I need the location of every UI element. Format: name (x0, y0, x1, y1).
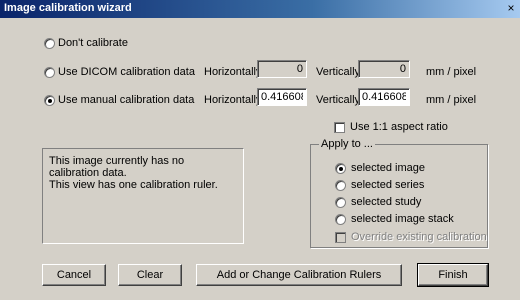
apply-selected-study-label: selected study (351, 196, 422, 208)
message-line-2: This view has one calibration ruler. (49, 179, 218, 191)
dicom-vertically-label: Vertically: (316, 66, 364, 78)
manual-calibration-radio[interactable] (44, 95, 55, 106)
close-icon[interactable]: × (504, 1, 518, 15)
override-calibration-checkbox (335, 232, 346, 243)
manual-vertically-field[interactable] (358, 88, 410, 106)
manual-calibration-label: Use manual calibration data (58, 94, 195, 106)
apply-selected-study-radio[interactable] (335, 197, 346, 208)
window-title: Image calibration wizard (4, 2, 132, 14)
manual-unit-label: mm / pixel (426, 94, 477, 106)
finish-button[interactable]: Finish (417, 263, 489, 287)
apply-to-legend: Apply to ... (319, 138, 375, 150)
aspect-ratio-checkbox[interactable] (334, 122, 345, 133)
dont-calibrate-radio[interactable] (44, 38, 55, 49)
calibration-message-box: This image currently has no calibration … (42, 148, 244, 244)
add-change-rulers-button[interactable]: Add or Change Calibration Rulers (196, 264, 402, 286)
apply-selected-image-stack-radio[interactable] (335, 214, 346, 225)
calibration-dialog: Image calibration wizard × Don't calibra… (0, 0, 520, 300)
apply-selected-image-label: selected image (351, 162, 425, 174)
apply-selected-series-radio[interactable] (335, 180, 346, 191)
manual-vertically-label: Vertically: (316, 94, 364, 106)
apply-to-group: Apply to ... selected image selected ser… (310, 138, 488, 248)
apply-selected-image-radio[interactable] (335, 163, 346, 174)
dicom-unit-label: mm / pixel (426, 66, 477, 78)
manual-horizontally-field[interactable] (257, 88, 307, 106)
dicom-horizontally-field (257, 60, 307, 78)
dicom-vertically-field (358, 60, 410, 78)
dicom-calibration-radio[interactable] (44, 67, 55, 78)
aspect-ratio-label: Use 1:1 aspect ratio (350, 121, 448, 133)
cancel-button[interactable]: Cancel (42, 264, 106, 286)
dicom-horizontally-label: Horizontally: (204, 66, 265, 78)
title-bar: Image calibration wizard × (0, 0, 520, 18)
apply-selected-series-label: selected series (351, 179, 425, 191)
apply-selected-image-stack-label: selected image stack (351, 213, 454, 225)
dicom-calibration-label: Use DICOM calibration data (58, 66, 195, 78)
dont-calibrate-label: Don't calibrate (58, 37, 128, 49)
manual-horizontally-label: Horizontally: (204, 94, 265, 106)
message-line-1: This image currently has no calibration … (49, 155, 185, 179)
override-calibration-label: Override existing calibration (351, 231, 487, 243)
clear-button[interactable]: Clear (118, 264, 182, 286)
